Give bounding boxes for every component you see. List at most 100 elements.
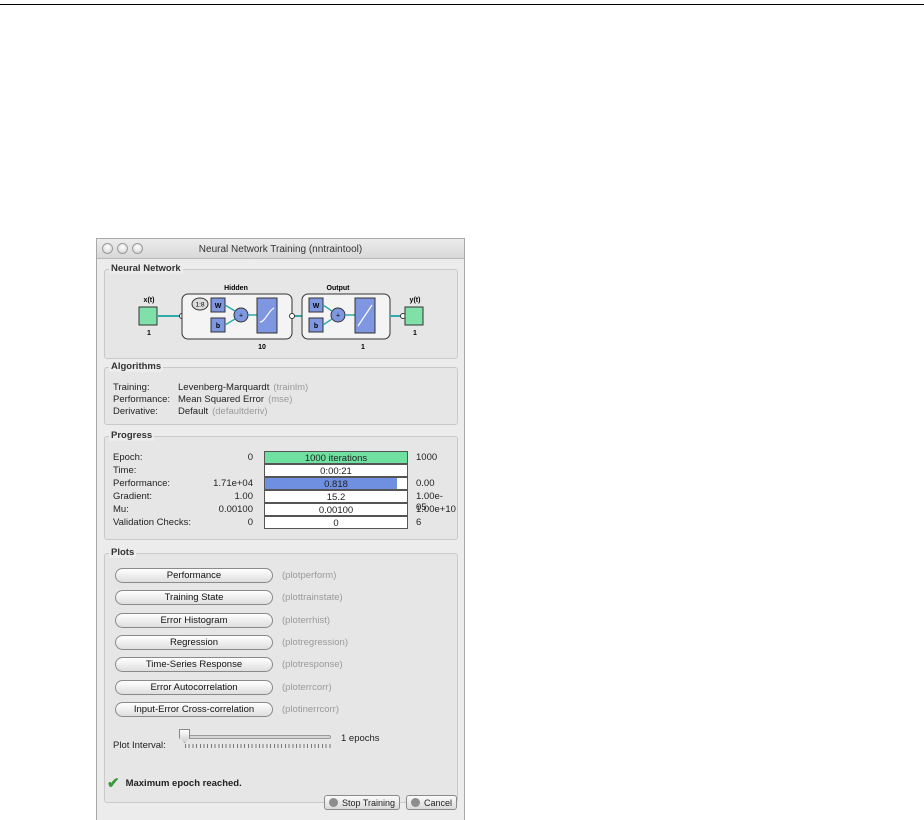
plot-hint: (plotregression)	[282, 636, 348, 648]
progress-row: Gradient: 1.00 15.2 1.00e-05	[113, 490, 453, 513]
algorithm-key: Derivative:	[113, 406, 158, 417]
stop-training-button[interactable]: Stop Training	[324, 795, 401, 810]
output-node	[404, 306, 424, 326]
plot-button-performance[interactable]: Performance	[115, 568, 273, 583]
progress-start: 1.00	[234, 491, 254, 502]
hidden-plus: +	[239, 313, 243, 320]
algorithm-row-performance: Performance: Mean Squared Error (mse)	[113, 394, 292, 405]
plot-button-error-autocorrelation[interactable]: Error Autocorrelation	[115, 679, 273, 695]
output-title: Output	[327, 285, 351, 292]
plot-hint: (plottrainstate)	[282, 592, 343, 604]
output-plus: +	[336, 313, 340, 320]
progress-key: Time:	[113, 465, 137, 476]
progress-start: 1.71e+04	[213, 478, 253, 489]
progress-bar: 15.2	[264, 490, 408, 503]
progress-end: 6	[416, 517, 422, 528]
plot-button-error-histogram[interactable]: Error Histogram	[115, 612, 273, 628]
output-label: y(t)	[410, 297, 421, 304]
input-node	[138, 306, 158, 326]
algorithm-key: Performance:	[113, 394, 171, 405]
plot-hint: (plotresponse)	[282, 659, 343, 671]
progress-row: Performance: 1.71e+04 0.818 0.00	[113, 477, 453, 490]
cancel-label: Cancel	[424, 797, 453, 808]
hidden-size: 10	[258, 344, 266, 351]
progress-bar-value: 15.2	[326, 492, 346, 503]
progress-key: Epoch:	[113, 452, 143, 463]
delay-label: 1:8	[195, 302, 204, 309]
plot-interval-value: 1 epochs	[341, 733, 380, 744]
progress-start: 0	[247, 517, 253, 528]
progress-bar: 0.00100	[264, 503, 408, 516]
hidden-b: b	[216, 323, 220, 330]
cancel-icon	[411, 798, 420, 807]
algorithm-value: Mean Squared Error	[178, 394, 265, 405]
progress-bar: 1000 iterations	[264, 451, 408, 464]
plot-interval-thumb[interactable]	[179, 729, 190, 743]
neural-network-panel: Neural Network x(t) 1 Hidden 1:8 W b + 1…	[104, 263, 458, 359]
progress-panel: Progress Epoch: 0 1000 iterations 1000 Time:…	[104, 430, 458, 540]
hidden-w: W	[215, 303, 222, 310]
algorithm-hint: (defaultderiv)	[212, 406, 268, 417]
progress-bar-value: 0	[333, 518, 339, 529]
algorithm-row-training: Training: Levenberg-Marquardt (trainlm)	[113, 382, 308, 393]
progress-row: Mu: 0.00100 0.00100 1.00e+10	[113, 503, 456, 516]
window-title: Neural Network Training (nntraintool)	[198, 244, 363, 255]
progress-row: Epoch: 0 1000 iterations 1000	[113, 451, 453, 464]
plot-hint: (ploterrhist)	[282, 614, 331, 626]
stop-training-label: Stop Training	[342, 797, 396, 808]
algorithm-value: Default	[178, 406, 209, 417]
algorithm-row-derivative: Derivative: Default (defaultderiv)	[113, 406, 268, 417]
plot-button-input-error-cross-correlation[interactable]: Input-Error Cross-correlation	[115, 701, 273, 717]
progress-row: Time: 0:00:21	[113, 464, 453, 477]
plots-panel: Plots Performance (plotperform) Training S…	[104, 547, 458, 803]
algorithm-hint: (trainlm)	[273, 382, 309, 393]
top-rule	[0, 4, 924, 5]
algorithms-label: Algorithms	[109, 361, 164, 372]
plot-interval-ticks	[185, 744, 331, 748]
plot-hint: (ploterrcorr)	[282, 681, 332, 693]
progress-key: Validation Checks:	[113, 517, 191, 528]
plot-button-training-state[interactable]: Training State	[115, 590, 273, 606]
progress-bar-value: 0.00100	[318, 505, 354, 516]
output-w: W	[313, 303, 320, 310]
algorithms-panel: Algorithms Training: Levenberg-Marquardt…	[104, 361, 458, 425]
progress-key: Performance:	[113, 478, 171, 489]
algorithm-value: Levenberg-Marquardt	[178, 382, 270, 393]
progress-bar: 0.818	[264, 477, 408, 490]
plot-button-time-series-response[interactable]: Time-Series Response	[115, 657, 273, 673]
input-label: x(t)	[144, 297, 155, 304]
status-message: ✔ Maximum epoch reached.	[107, 774, 242, 792]
input-size: 1	[147, 330, 151, 337]
checkmark-icon: ✔	[107, 775, 120, 792]
plot-hint: (plotperform)	[282, 570, 337, 581]
progress-start: 0	[247, 452, 253, 463]
algorithm-hint: (mse)	[268, 394, 293, 405]
plot-button-regression[interactable]: Regression	[115, 634, 273, 650]
training-window: Neural Network Training (nntraintool) Ne…	[96, 238, 465, 820]
progress-key: Gradient:	[113, 491, 153, 502]
progress-label: Progress	[109, 430, 155, 441]
progress-bar-value: 0.818	[324, 479, 348, 490]
progress-bar-value: 1000 iterations	[304, 453, 368, 464]
hidden-title: Hidden	[224, 285, 248, 292]
cancel-button[interactable]: Cancel	[406, 795, 458, 810]
algorithm-key: Training:	[113, 382, 150, 393]
output-b: b	[314, 323, 318, 330]
plot-interval-slider[interactable]	[184, 735, 331, 739]
plot-interval-label: Plot Interval:	[113, 740, 166, 751]
progress-key: Mu:	[113, 504, 129, 515]
progress-row: Validation Checks: 0 0 6	[113, 516, 453, 529]
title-bar[interactable]: Neural Network Training (nntraintool)	[97, 239, 464, 259]
output-node-size: 1	[413, 330, 417, 337]
progress-end: 0.00	[416, 478, 435, 489]
progress-end: 1000	[416, 452, 438, 463]
plots-label: Plots	[109, 547, 137, 558]
progress-start: 0.00100	[218, 504, 253, 515]
network-diagram: x(t) 1 Hidden 1:8 W b + 10 Output W b + …	[138, 285, 424, 351]
progress-bar: 0:00:21	[264, 464, 408, 477]
status-text: Maximum epoch reached.	[125, 777, 242, 789]
stop-icon	[329, 798, 338, 807]
progress-bar-value: 0:00:21	[320, 466, 352, 477]
output-size: 1	[361, 344, 365, 351]
progress-bar: 0	[264, 516, 408, 529]
